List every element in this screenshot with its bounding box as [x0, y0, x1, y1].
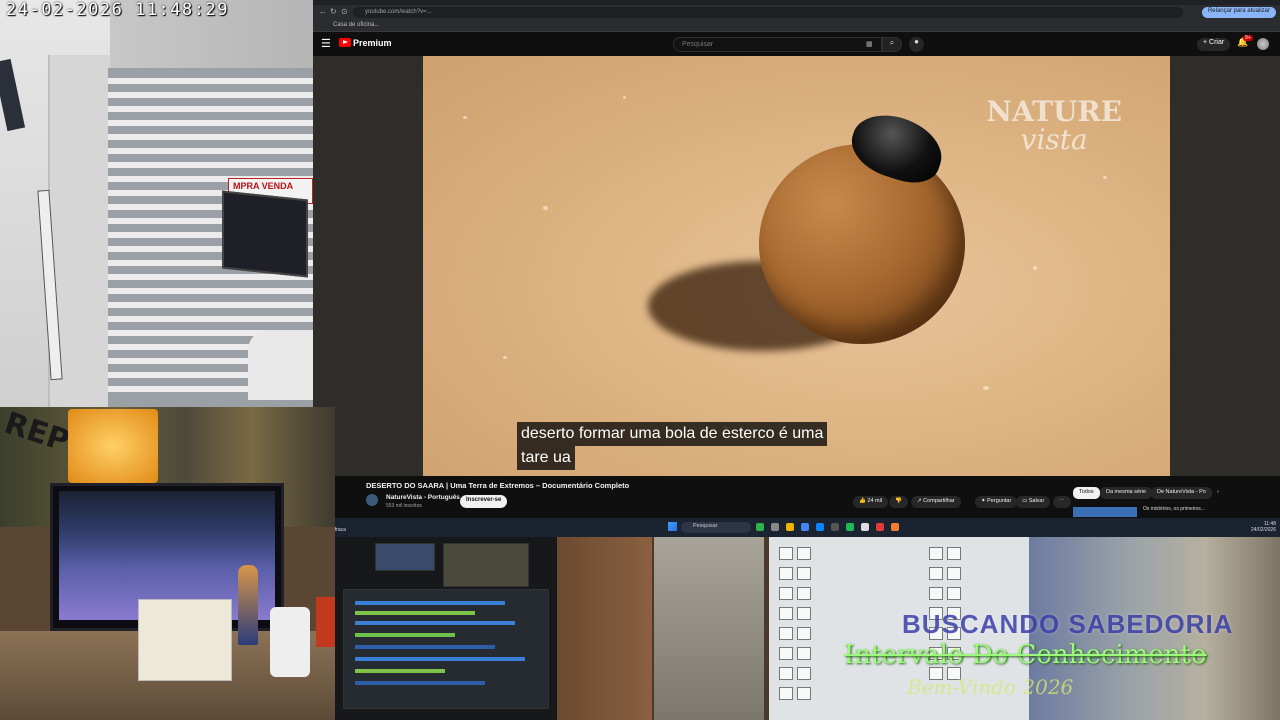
bell-icon[interactable]: 🔔 9+ — [1237, 35, 1253, 48]
address-bar[interactable]: youtube.com/watch?v=... — [353, 7, 1183, 18]
keyboard-icon[interactable]: ▦ — [866, 40, 873, 48]
desk-calendar — [138, 599, 232, 681]
more-actions-button[interactable]: ⋯ — [1053, 496, 1071, 508]
chip-all[interactable]: Todos — [1073, 487, 1100, 499]
editing-monitor-feed — [335, 537, 557, 720]
back-icon[interactable]: ← — [319, 7, 327, 16]
windows-taskbar: 28°C Chuva fraca Pesquisar 11:48 24/02/2… — [313, 518, 1280, 537]
dislike-button[interactable]: 👎 — [889, 496, 908, 508]
store-icon[interactable] — [831, 523, 839, 531]
channel-name[interactable]: NatureVista - Português — [386, 494, 460, 501]
bookmark-icon: ▭ — [1022, 498, 1029, 504]
reload-icon[interactable]: ↻ — [330, 7, 337, 16]
recommended-title[interactable]: Os mistérios, os primeiros... — [1143, 507, 1223, 512]
avatar[interactable] — [1257, 38, 1269, 50]
graffiti-wall — [654, 537, 764, 720]
notification-badge: 9+ — [1243, 35, 1253, 41]
app-white-icon[interactable] — [861, 523, 869, 531]
app-green-icon[interactable] — [846, 523, 854, 531]
subtitle-line1: deserto formar uma bola de esterco é uma — [517, 422, 828, 446]
app-red-icon[interactable] — [876, 523, 884, 531]
youtube-play-icon — [339, 38, 351, 47]
browser-toolbar: ← ↻ ⊙ youtube.com/watch?v=... Relançar p… — [313, 5, 1280, 20]
chrome-icon[interactable] — [801, 523, 809, 531]
search-icon: ⌕ — [889, 38, 895, 47]
file-explorer-icon[interactable] — [786, 523, 794, 531]
video-title[interactable]: DESERTO DO SAARA | Uma Terra de Extremos… — [366, 481, 629, 490]
program-panel — [443, 543, 529, 587]
search-button[interactable]: ⌕ — [882, 37, 902, 52]
chip-channel[interactable]: De NatureVista - Po — [1151, 487, 1212, 499]
video-player[interactable]: NATURE vista — [423, 56, 1170, 476]
channel-watermark: NATURE vista — [986, 98, 1122, 154]
share-button[interactable]: ↗ Compartilhar — [911, 496, 961, 508]
edge-icon[interactable] — [816, 523, 824, 531]
mic-icon[interactable]: ● — [909, 37, 924, 52]
cctv-feed: MPRA VENDA 24-02-2026 11:48:29 — [0, 0, 313, 407]
youtube-logo[interactable]: Premium — [339, 38, 392, 48]
system-clock[interactable]: 11:48 24/02/2026 — [1251, 521, 1276, 533]
create-button[interactable]: + Criar — [1197, 38, 1231, 51]
red-box — [316, 597, 335, 647]
info-icon[interactable]: ⊙ — [341, 7, 348, 16]
whatsapp-icon[interactable] — [756, 523, 764, 531]
player-letterbox-right — [1170, 56, 1280, 476]
room-webcam: BUSCANDO SABEDORIA Intervalo Do Conhecim… — [557, 537, 1280, 720]
save-button[interactable]: ▭ Salvar — [1016, 496, 1051, 508]
preview-panel — [375, 543, 435, 571]
update-button[interactable]: Relançar para atualizar — [1201, 7, 1276, 18]
parked-car — [248, 330, 313, 400]
chip-next-arrow[interactable]: › — [1211, 487, 1225, 499]
search-input[interactable]: Pesquisar — [673, 37, 882, 52]
app-orange-icon[interactable] — [891, 523, 899, 531]
overlay-title: BUSCANDO SABEDORIA — [902, 609, 1234, 639]
overlay-subtitle: Intervalo Do Conhecimento — [844, 640, 1207, 670]
cctv-timestamp: 24-02-2026 11:48:29 — [6, 0, 229, 20]
white-bottle — [270, 607, 310, 677]
desk-lamp — [68, 409, 158, 483]
channel-subscribers: 553 mil inscritos — [386, 503, 422, 509]
taskbar-search[interactable]: Pesquisar — [681, 522, 751, 533]
windows-start-icon[interactable] — [668, 522, 677, 531]
video-subtitle: deserto formar uma bola de esterco é uma… — [517, 422, 828, 470]
like-button[interactable]: 👍 24 mil — [853, 496, 889, 508]
thumbs-down-icon: 👎 — [895, 498, 902, 504]
channel-avatar[interactable] — [366, 494, 378, 506]
toy-figure — [238, 565, 258, 645]
video-info-bar: DESERTO DO SAARA | Uma Terra de Extremos… — [313, 476, 1280, 517]
subtitle-line2: tare ua — [517, 446, 575, 470]
recommended-thumbnail[interactable] — [1073, 507, 1137, 517]
taskview-icon[interactable] — [771, 523, 779, 531]
laptop-in-window — [222, 190, 308, 278]
bookmark-bar: Casa de oficina... — [313, 20, 1280, 32]
timeline-panel — [343, 589, 549, 709]
menu-icon[interactable]: ☰ — [321, 37, 331, 50]
watermark-line2: vista — [1020, 123, 1088, 156]
youtube-header: ☰ Premium Pesquisar ▦ ⌕ ● + Criar 🔔 9+ — [313, 32, 1280, 56]
screen-share: ← ↻ ⊙ youtube.com/watch?v=... Relançar p… — [313, 0, 1280, 537]
watermark-line1: NATURE — [986, 95, 1122, 128]
chip-same-series[interactable]: Da mesma série — [1100, 487, 1153, 499]
wooden-door — [557, 537, 652, 720]
bookmark-item[interactable]: Casa de oficina... — [333, 22, 379, 28]
ask-button[interactable]: ✦ Perguntar — [975, 496, 1018, 508]
subscribe-button[interactable]: Inscrever-se — [460, 495, 508, 508]
overlay-welcome: Bem-Vindo 2026 — [907, 675, 1074, 699]
desk-webcam: REP — [0, 407, 335, 720]
